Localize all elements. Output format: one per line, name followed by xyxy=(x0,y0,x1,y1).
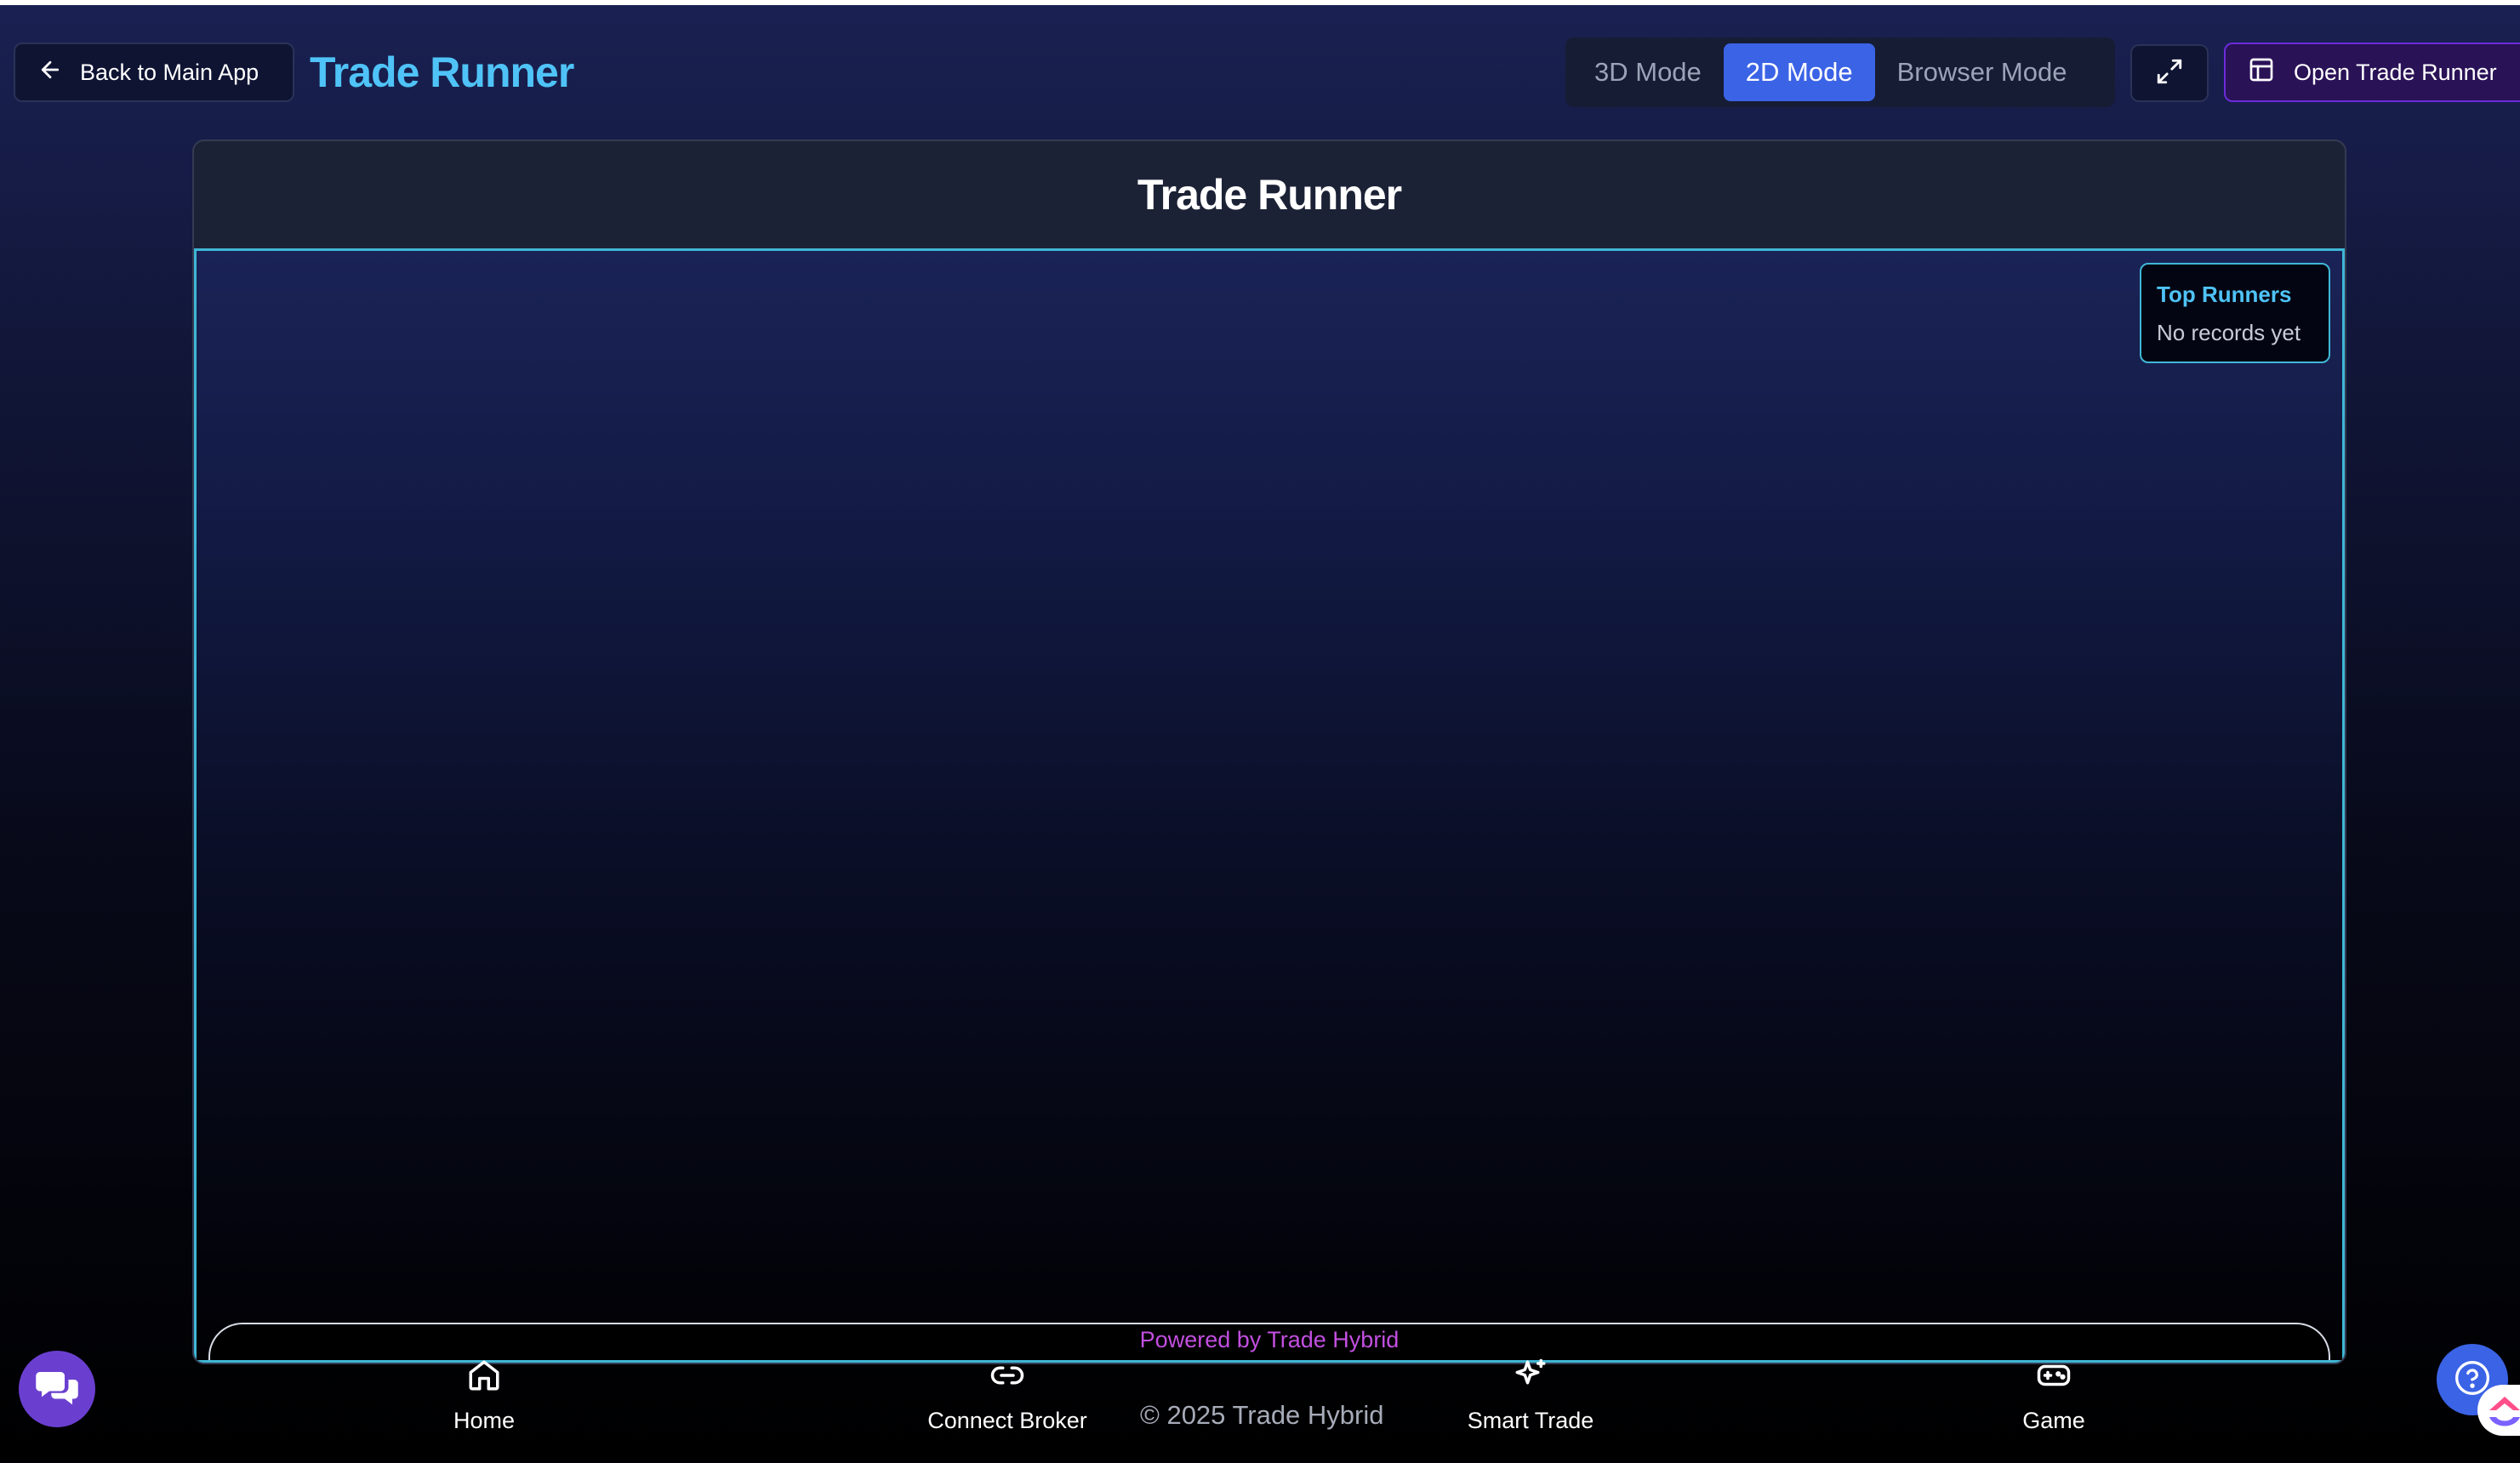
fullscreen-button[interactable] xyxy=(2130,44,2209,102)
layout-panel-icon xyxy=(2248,56,2275,89)
back-to-main-app-button[interactable]: Back to Main App xyxy=(14,43,294,102)
open-button-label: Open Trade Runner xyxy=(2294,59,2497,85)
leaderboard-empty-text: No records yet xyxy=(2157,320,2301,345)
view-mode-switcher: 3D Mode 2D Mode Browser Mode xyxy=(1565,37,2115,107)
mode-3d-button[interactable]: 3D Mode xyxy=(1572,43,1724,101)
sparkles-icon xyxy=(1513,1358,1548,1408)
nav-connect-broker[interactable]: Connect Broker xyxy=(922,1358,1092,1434)
game-canvas[interactable]: Top Runners No records yet Powered by Tr… xyxy=(194,248,2345,1363)
nav-game[interactable]: Game xyxy=(2011,1358,2096,1434)
chat-button[interactable] xyxy=(19,1351,95,1427)
arrow-left-icon xyxy=(37,57,63,88)
maximize-icon xyxy=(2155,57,2184,90)
powered-by-text: Powered by Trade Hybrid xyxy=(1139,1327,1400,1352)
panel-title: Trade Runner xyxy=(1137,171,1402,219)
top-runners-leaderboard: Top Runners No records yet xyxy=(2140,263,2330,363)
chat-bubbles-icon xyxy=(34,1364,80,1415)
game-panel: Trade Runner Top Runners No records yet … xyxy=(192,139,2346,1364)
nav-connect-broker-label: Connect Broker xyxy=(927,1408,1087,1433)
nav-game-label: Game xyxy=(2022,1408,2085,1433)
nav-home[interactable]: Home xyxy=(437,1358,531,1434)
nav-smart-trade[interactable]: Smart Trade xyxy=(1458,1358,1603,1434)
widget-logo-icon[interactable] xyxy=(2477,1385,2520,1436)
mode-2d-button[interactable]: 2D Mode xyxy=(1723,43,1875,101)
copyright-text: © 2025 Trade Hybrid xyxy=(1140,1400,1384,1430)
leaderboard-title: Top Runners xyxy=(2157,282,2292,307)
gamepad-icon xyxy=(2036,1358,2072,1408)
top-border-line xyxy=(0,0,2520,5)
nav-home-label: Home xyxy=(453,1408,516,1433)
app-title: Trade Runner xyxy=(310,48,574,96)
home-icon xyxy=(466,1358,502,1408)
open-trade-runner-button[interactable]: Open Trade Runner xyxy=(2224,43,2520,102)
nav-smart-trade-label: Smart Trade xyxy=(1467,1408,1594,1433)
link-icon xyxy=(989,1358,1025,1408)
back-button-label: Back to Main App xyxy=(80,59,259,85)
mode-browser-button[interactable]: Browser Mode xyxy=(1875,43,2090,101)
